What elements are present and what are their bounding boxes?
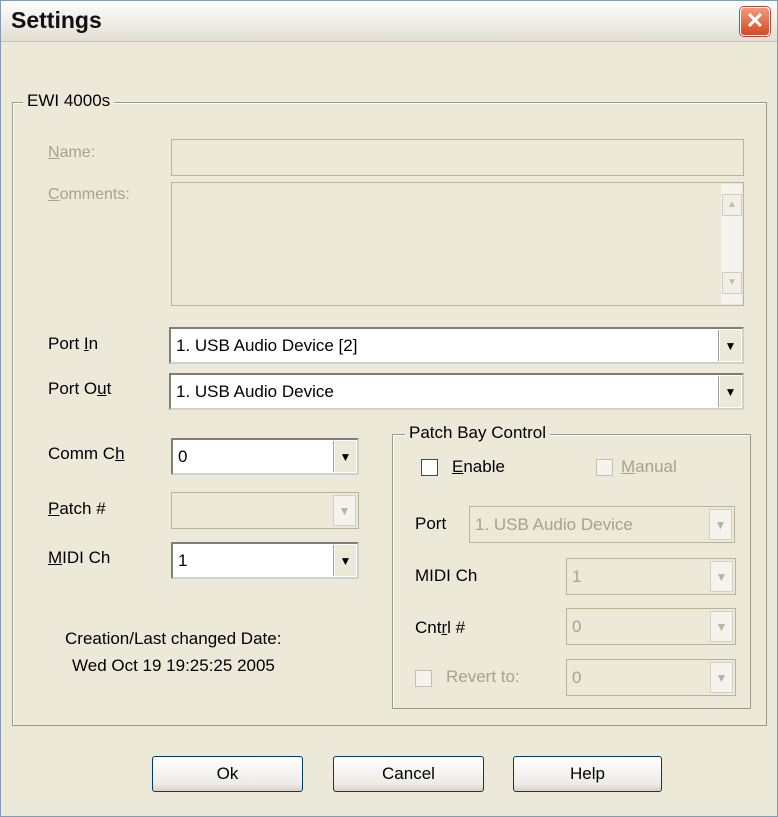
patch-bay-legend: Patch Bay Control: [405, 423, 551, 443]
settings-dialog: Settings ✕ EWI 4000s Name: Comments: ▲ ▼…: [0, 0, 778, 817]
window-title: Settings: [11, 7, 102, 33]
device-group-legend: EWI 4000s: [23, 91, 115, 111]
pb-revert-select: 0 ▼: [566, 659, 736, 696]
revert-label: Revert to:: [446, 667, 520, 686]
enable-checkbox[interactable]: [421, 459, 438, 476]
midi-ch-value: 1: [178, 550, 188, 570]
name-field: [171, 139, 744, 176]
comments-scrollbar: ▲ ▼: [721, 184, 742, 304]
pb-midi-ch-value: 1: [572, 566, 582, 586]
pb-cntrl-value: 0: [572, 616, 582, 636]
port-in-label: Port In: [48, 334, 99, 353]
pb-port-select: 1. USB Audio Device ▼: [469, 506, 735, 543]
manual-checkbox: [596, 459, 613, 476]
date-caption: Creation/Last changed Date:: [65, 629, 282, 648]
pb-port-value: 1. USB Audio Device: [475, 514, 633, 534]
midi-ch-select[interactable]: 1 ▼: [171, 542, 359, 579]
pb-port-label: Port: [415, 514, 447, 533]
chevron-down-icon: ▼: [709, 509, 732, 540]
chevron-down-icon: ▼: [710, 662, 733, 693]
name-label: Name:: [48, 144, 96, 161]
port-in-value: 1. USB Audio Device [2]: [176, 335, 358, 355]
port-out-value: 1. USB Audio Device: [176, 381, 334, 401]
patch-label: Patch #: [48, 499, 106, 518]
comments-label: Comments:: [48, 186, 130, 203]
ok-button[interactable]: Ok: [152, 756, 303, 792]
scroll-up-icon: ▲: [722, 194, 742, 216]
comm-ch-select[interactable]: 0 ▼: [171, 438, 359, 475]
comments-textarea: ▲ ▼: [171, 182, 744, 306]
port-out-label: Port Out: [48, 379, 112, 398]
pb-midi-ch-label: MIDI Ch: [415, 566, 478, 585]
chevron-down-icon[interactable]: ▼: [334, 545, 356, 576]
comm-ch-label: Comm Ch: [48, 444, 125, 463]
chevron-down-icon[interactable]: ▼: [719, 330, 741, 361]
midi-ch-label: MIDI Ch: [48, 548, 111, 567]
revert-checkbox: [415, 670, 432, 687]
pb-cntrl-label: Cntrl #: [415, 618, 466, 637]
comm-ch-value: 0: [178, 446, 188, 466]
close-icon[interactable]: ✕: [740, 7, 770, 36]
chevron-down-icon[interactable]: ▼: [719, 376, 741, 407]
enable-label[interactable]: Enable: [452, 457, 505, 477]
help-button[interactable]: Help: [513, 756, 662, 792]
pb-midi-ch-select: 1 ▼: [566, 558, 736, 595]
chevron-down-icon: ▼: [333, 495, 356, 526]
chevron-down-icon: ▼: [710, 561, 733, 592]
patch-select: ▼: [171, 492, 359, 529]
cancel-button[interactable]: Cancel: [333, 756, 484, 792]
title-bar[interactable]: Settings ✕: [1, 1, 777, 42]
scroll-down-icon: ▼: [722, 272, 742, 294]
chevron-down-icon[interactable]: ▼: [334, 441, 356, 472]
chevron-down-icon: ▼: [710, 611, 733, 642]
pb-cntrl-select: 0 ▼: [566, 608, 736, 645]
pb-revert-value: 0: [572, 667, 582, 687]
manual-label: Manual: [621, 457, 677, 476]
date-value: Wed Oct 19 19:25:25 2005: [72, 656, 275, 675]
port-in-select[interactable]: 1. USB Audio Device [2] ▼: [169, 327, 744, 364]
port-out-select[interactable]: 1. USB Audio Device ▼: [169, 373, 744, 410]
